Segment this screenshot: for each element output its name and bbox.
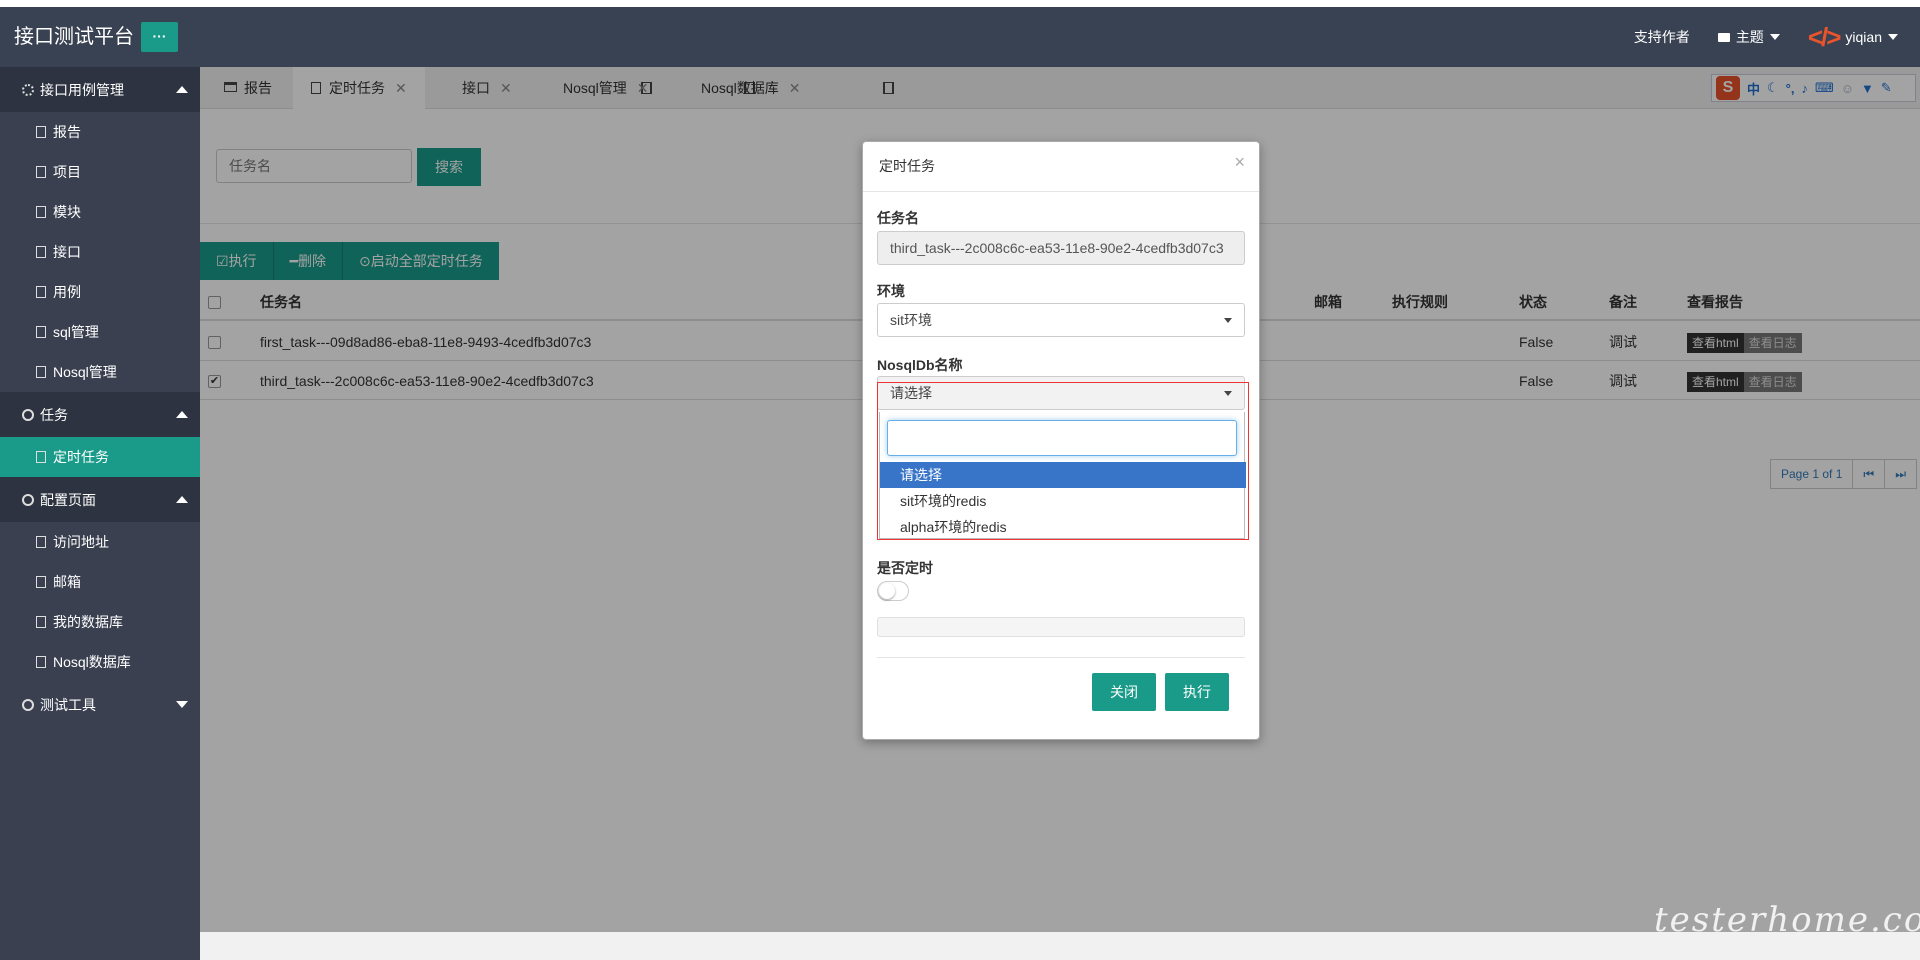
close-icon[interactable]: × (1234, 152, 1245, 173)
file-icon (36, 366, 46, 378)
chevron-up-icon (176, 86, 188, 93)
sidebar-group-label: 配置页面 (40, 491, 96, 508)
chevron-down-icon (1888, 34, 1898, 40)
file-icon (36, 616, 46, 628)
sidebar-group-label: 测试工具 (40, 696, 96, 713)
chevron-up-icon (176, 496, 188, 503)
sidebar-item-my-database[interactable]: 我的数据库 (0, 602, 200, 642)
sidebar-group-label: 任务 (40, 406, 68, 423)
watermark: testerhome.com (1654, 900, 1920, 940)
sidebar-item-label: 访问地址 (53, 534, 109, 550)
sidebar-group-label: 接口用例管理 (40, 81, 124, 98)
sidebar-item-scheduled-task[interactable]: 定时任务 (0, 437, 200, 477)
chevron-down-icon (176, 701, 188, 708)
scheduled-task-modal: 定时任务 × 任务名 third_task---2c008c6c-ea53-11… (862, 141, 1260, 740)
gear-icon (22, 83, 34, 96)
environment-select[interactable]: sit环境 (877, 303, 1245, 337)
divider (863, 191, 1259, 192)
clock-icon (22, 698, 34, 711)
support-author-label: 支持作者 (1633, 29, 1690, 45)
top-strip (0, 0, 1920, 7)
sidebar-item-email[interactable]: 邮箱 (0, 562, 200, 602)
file-icon (36, 326, 46, 338)
environment-value: sit环境 (890, 312, 932, 328)
sidebar-item-label: 邮箱 (53, 574, 81, 590)
file-icon (36, 286, 46, 298)
sidebar-item-module[interactable]: 模块 (0, 192, 200, 232)
task-name-field[interactable]: third_task---2c008c6c-ea53-11e8-90e2-4ce… (877, 231, 1245, 265)
chevron-up-icon (176, 411, 188, 418)
theme-icon (1717, 32, 1730, 42)
sidebar-item-nosql-database[interactable]: Nosql数据库 (0, 642, 200, 682)
sidebar-item-label: 我的数据库 (53, 614, 123, 630)
theme-menu[interactable]: 主题 (1717, 27, 1780, 47)
sidebar-item-interface[interactable]: 接口 (0, 232, 200, 272)
execute-modal-button[interactable]: 执行 (1165, 673, 1229, 711)
clock-icon (22, 493, 34, 506)
user-menu[interactable]: </> yiqian (1808, 22, 1898, 53)
environment-label: 环境 (877, 283, 905, 299)
file-icon (36, 576, 46, 588)
chevron-down-icon (1224, 318, 1232, 323)
timer-label: 是否定时 (877, 560, 933, 576)
chevron-down-icon (1769, 34, 1780, 40)
file-icon (36, 536, 46, 548)
clock-icon (22, 408, 34, 421)
sidebar-item-label: 接口 (53, 244, 81, 260)
sidebar-item-sql[interactable]: sql管理 (0, 312, 200, 352)
sidebar-item-label: sql管理 (53, 324, 99, 340)
file-icon (36, 206, 46, 218)
sidebar-group-case-management[interactable]: 接口用例管理 (0, 67, 200, 112)
task-name-label: 任务名 (877, 210, 919, 226)
sidebar-item-address[interactable]: 访问地址 (0, 522, 200, 562)
divider (877, 657, 1245, 658)
sidebar-item-label: 模块 (53, 204, 81, 220)
sidebar-item-label: 定时任务 (53, 449, 109, 465)
sidebar-item-label: 报告 (53, 124, 81, 140)
support-author-link[interactable]: 支持作者 (1634, 27, 1690, 47)
menu-toggle-button[interactable]: ··· (141, 22, 178, 52)
toggle-knob (879, 583, 895, 599)
sidebar-item-label: 用例 (53, 284, 81, 300)
app-title: 接口测试平台 (14, 26, 134, 48)
sidebar-group-config[interactable]: 配置页面 (0, 477, 200, 522)
file-icon (36, 246, 46, 258)
sidebar-group-tools[interactable]: 测试工具 (0, 682, 200, 727)
sidebar: 接口用例管理 报告 项目 模块 接口 用例 sql管理 Nosql管理 任务 定… (0, 67, 200, 960)
sidebar-item-nosql[interactable]: Nosql管理 (0, 352, 200, 392)
user-name: yiqian (1845, 29, 1882, 45)
nosql-db-label: NosqlDb名称 (877, 357, 963, 373)
header-right: 支持作者 主题 </> yiqian (1634, 7, 1920, 67)
sidebar-item-label: 项目 (53, 164, 81, 180)
close-button[interactable]: 关闭 (1092, 673, 1156, 711)
highlight-box (877, 382, 1249, 540)
theme-label: 主题 (1735, 29, 1764, 45)
sidebar-group-task[interactable]: 任务 (0, 392, 200, 437)
progress-bar (877, 617, 1245, 637)
file-icon (36, 656, 46, 668)
sidebar-item-label: Nosql管理 (53, 364, 117, 380)
file-icon (36, 451, 46, 463)
sidebar-item-report[interactable]: 报告 (0, 112, 200, 152)
app-header: 接口测试平台 ··· 支持作者 主题 </> yiqian (0, 7, 1920, 67)
code-logo-icon: </> (1807, 21, 1842, 52)
modal-title: 定时任务 (879, 158, 935, 174)
file-icon (36, 126, 46, 138)
file-icon (36, 166, 46, 178)
timer-toggle[interactable] (877, 581, 909, 601)
sidebar-item-project[interactable]: 项目 (0, 152, 200, 192)
sidebar-item-case[interactable]: 用例 (0, 272, 200, 312)
sidebar-item-label: Nosql数据库 (53, 654, 131, 670)
